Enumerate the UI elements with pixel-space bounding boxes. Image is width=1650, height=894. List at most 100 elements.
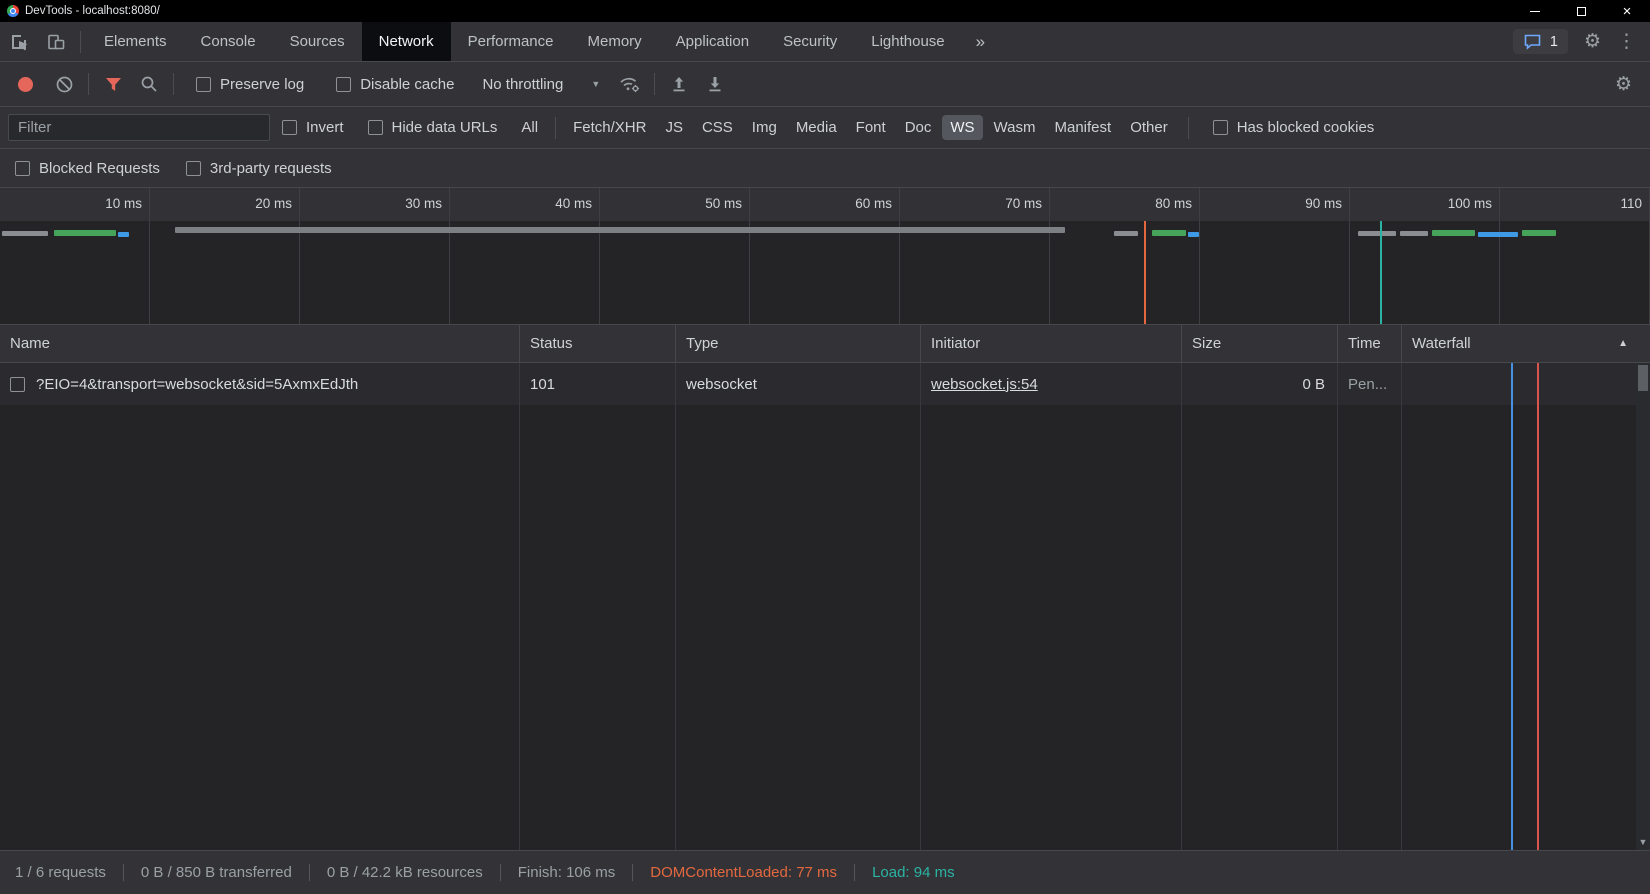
filter-pill-ws[interactable]: WS — [942, 115, 982, 140]
tab-elements[interactable]: Elements — [87, 22, 184, 61]
status-item: 0 B / 850 B transferred — [123, 864, 292, 881]
disable-cache-control: Disable cache — [336, 76, 454, 93]
issues-bubble-icon — [1523, 33, 1542, 50]
issues-count: 1 — [1550, 34, 1558, 50]
tabbar-right-controls: 1 ⚙ ⋮ — [1513, 22, 1650, 61]
column-header-size[interactable]: Size — [1182, 325, 1338, 362]
window-title: DevTools - localhost:8080/ — [25, 5, 160, 17]
maximize-button[interactable] — [1558, 0, 1604, 22]
filter-input[interactable] — [8, 114, 270, 141]
filter-pill-media[interactable]: Media — [788, 115, 845, 140]
toolbar-divider — [654, 73, 655, 95]
pill-divider — [555, 117, 556, 139]
toolbar-divider — [173, 73, 174, 95]
request-type: websocket — [676, 363, 921, 405]
filter-pill-font[interactable]: Font — [848, 115, 894, 140]
filter-toggle-button[interactable] — [95, 76, 131, 92]
tab-lighthouse[interactable]: Lighthouse — [854, 22, 961, 61]
network-conditions-button[interactable] — [612, 74, 648, 94]
more-tabs-button[interactable]: » — [962, 22, 999, 61]
requests-table-header: Name Status Type Initiator Size Time Wat… — [0, 325, 1650, 363]
search-button[interactable] — [131, 75, 167, 93]
request-name-cell: ?EIO=4&transport=websocket&sid=5AxmxEdJt… — [0, 363, 520, 405]
inspect-element-button[interactable] — [0, 22, 37, 61]
request-checkbox[interactable] — [10, 377, 25, 392]
toolbar-divider — [80, 31, 81, 53]
invert-checkbox[interactable] — [282, 120, 297, 135]
overview-column: 100 ms — [1350, 188, 1500, 324]
blocked-requests-checkbox[interactable] — [15, 161, 30, 176]
column-header-name[interactable]: Name — [0, 325, 520, 362]
record-network-log-button[interactable] — [18, 77, 33, 92]
issues-counter-button[interactable]: 1 — [1513, 29, 1568, 54]
filter-pill-fetch-xhr[interactable]: Fetch/XHR — [565, 115, 654, 140]
resource-type-filters: All Fetch/XHRJSCSSImgMediaFontDocWSWasmMa… — [513, 115, 1175, 140]
tab-network[interactable]: Network — [362, 22, 451, 61]
has-blocked-cookies-checkbox[interactable] — [1213, 120, 1228, 135]
tab-security[interactable]: Security — [766, 22, 854, 61]
initiator-link[interactable]: websocket.js:54 — [931, 376, 1038, 393]
column-header-waterfall[interactable]: Waterfall ▲ — [1402, 325, 1650, 362]
filter-pill-js[interactable]: JS — [657, 115, 691, 140]
status-item: DOMContentLoaded: 77 ms — [632, 864, 837, 881]
scrollbar-down-arrow[interactable]: ▼ — [1636, 837, 1650, 847]
hide-data-urls-checkbox[interactable] — [368, 120, 383, 135]
preserve-log-checkbox[interactable] — [196, 77, 211, 92]
funnel-icon — [105, 76, 122, 92]
scrollbar-thumb[interactable] — [1638, 365, 1648, 391]
request-size: 0 B — [1182, 363, 1338, 405]
invert-control: Invert — [282, 119, 344, 136]
filter-pill-img[interactable]: Img — [744, 115, 785, 140]
throttling-dropdown[interactable]: No throttling ▼ — [482, 76, 600, 93]
tab-performance[interactable]: Performance — [451, 22, 571, 61]
filter-pill-wasm[interactable]: Wasm — [986, 115, 1044, 140]
export-har-button[interactable] — [697, 75, 733, 93]
tab-console[interactable]: Console — [184, 22, 273, 61]
minimize-button[interactable] — [1512, 0, 1558, 22]
status-item: 0 B / 42.2 kB resources — [309, 864, 483, 881]
hide-data-urls-label: Hide data URLs — [392, 119, 498, 136]
chevron-down-icon: ▼ — [591, 79, 600, 89]
device-toolbar-button[interactable] — [37, 22, 74, 61]
devtools-tabbar: ElementsConsoleSourcesNetworkPerformance… — [0, 22, 1650, 62]
invert-label: Invert — [306, 119, 344, 136]
filter-pill-other[interactable]: Other — [1122, 115, 1176, 140]
requests-table-body: ?EIO=4&transport=websocket&sid=5AxmxEdJt… — [0, 363, 1650, 850]
overview-column: 10 ms — [0, 188, 150, 324]
tab-memory[interactable]: Memory — [571, 22, 659, 61]
column-header-initiator[interactable]: Initiator — [921, 325, 1182, 362]
column-header-status[interactable]: Status — [520, 325, 676, 362]
kebab-menu-icon[interactable]: ⋮ — [1617, 32, 1636, 51]
filter-pill-manifest[interactable]: Manifest — [1047, 115, 1120, 140]
settings-gear-icon[interactable]: ⚙ — [1584, 32, 1601, 51]
close-button[interactable]: × — [1604, 0, 1650, 22]
column-header-type[interactable]: Type — [676, 325, 921, 362]
filter-pill-all[interactable]: All — [513, 115, 546, 140]
third-party-requests-checkbox[interactable] — [186, 161, 201, 176]
network-overview-timeline[interactable]: 10 ms20 ms30 ms40 ms50 ms60 ms70 ms80 ms… — [0, 188, 1650, 325]
window-titlebar: DevTools - localhost:8080/ × — [0, 0, 1650, 22]
column-header-time[interactable]: Time — [1338, 325, 1402, 362]
filter-pill-doc[interactable]: Doc — [897, 115, 940, 140]
filter-pill-css[interactable]: CSS — [694, 115, 741, 140]
overview-grid: 10 ms20 ms30 ms40 ms50 ms60 ms70 ms80 ms… — [0, 188, 1650, 324]
import-har-button[interactable] — [661, 75, 697, 93]
tab-application[interactable]: Application — [659, 22, 766, 61]
request-row[interactable]: ?EIO=4&transport=websocket&sid=5AxmxEdJt… — [0, 363, 1650, 405]
network-settings-gear-icon[interactable]: ⚙ — [1615, 75, 1632, 94]
inspect-cursor-icon — [9, 32, 29, 52]
overview-column: 40 ms — [450, 188, 600, 324]
network-filter-bar: Invert Hide data URLs All Fetch/XHRJSCSSI… — [0, 107, 1650, 149]
overview-column: 50 ms — [600, 188, 750, 324]
maximize-icon — [1577, 7, 1586, 16]
minimize-icon — [1530, 11, 1540, 12]
throttling-value: No throttling — [482, 76, 563, 93]
clear-icon — [55, 75, 74, 94]
devtools-app-icon — [7, 5, 19, 17]
disable-cache-checkbox[interactable] — [336, 77, 351, 92]
tab-sources[interactable]: Sources — [273, 22, 362, 61]
overview-column: 20 ms — [150, 188, 300, 324]
overview-column: 60 ms — [750, 188, 900, 324]
download-icon — [706, 75, 724, 93]
clear-network-log-button[interactable] — [46, 75, 82, 94]
